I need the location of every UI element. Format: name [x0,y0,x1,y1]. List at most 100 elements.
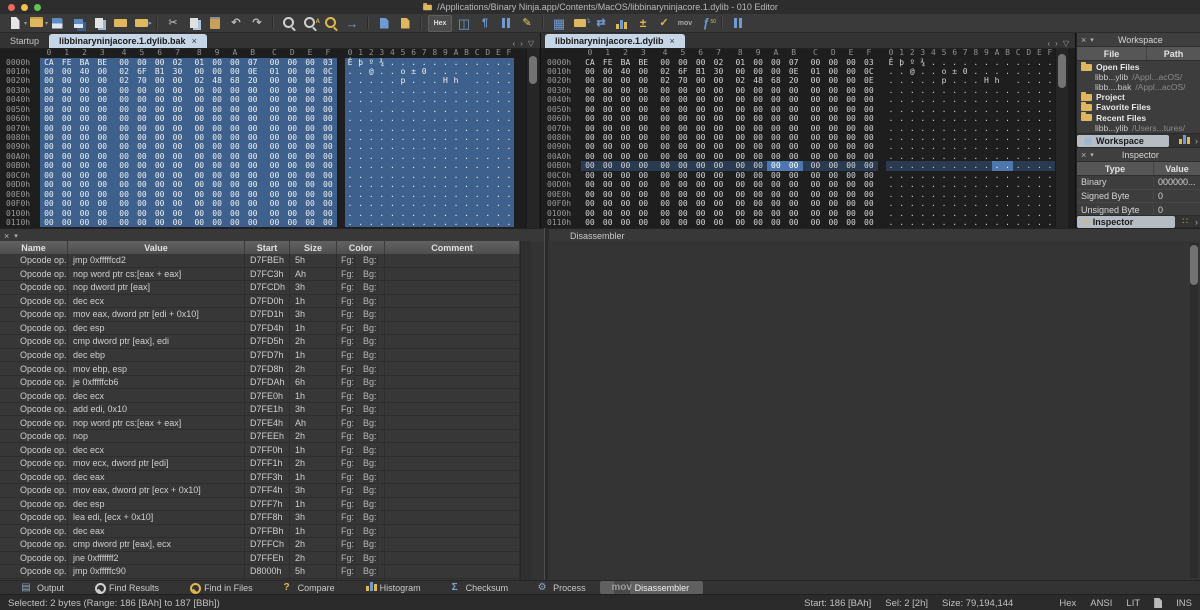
panel-menu-icon[interactable]: ▾ [14,232,18,240]
bg-color-label[interactable]: Bg: [363,444,378,455]
tab-startup[interactable]: Startup [0,34,49,48]
bg-color-label[interactable]: Bg: [363,512,378,523]
find-in-files-icon[interactable] [322,16,340,31]
bottom-tab-disassembler[interactable]: mov Disassembler [599,581,704,594]
scrollbar-thumb[interactable] [1190,245,1198,285]
hex-row[interactable]: 0090h 00 00 00 00 00 00 00 00 00 00 00 00 00 00 00 00...… [0,142,540,152]
hex-row[interactable]: 00F0h 00 00 00 00 00 00 00 00 00 00 00 00 00 00 00 00...… [0,199,540,209]
split-view-icon[interactable] [455,16,473,31]
open-file-icon[interactable] [27,16,48,32]
hex-view-dylib[interactable]: 0 1 2 3 4 5 6 7 8 9 A B C D E F 0 1 2 3 4 5 6 7 8 9 A B C D E F 0000h CA F… [541,48,1075,228]
redo-icon[interactable] [248,16,266,31]
bg-color-label[interactable]: Bg: [363,566,378,577]
hex-row[interactable]: 0100h 00 00 00 00 00 00 00 00 00 00 00 00 00 00 00 00...… [541,209,1075,218]
bg-color-label[interactable]: Bg: [363,471,378,482]
structure-tab[interactable] [1169,134,1195,147]
hex-row[interactable]: 0060h 00 00 00 00 00 00 00 00 00 00 00 00 00 00 00 00...… [541,114,1075,123]
hex-row[interactable]: 00E0h 00 00 00 00 00 00 00 00 00 00 00 00 00 00 00 00...… [541,190,1075,199]
pause-process-icon[interactable] [729,16,747,31]
bg-color-label[interactable]: Bg: [363,431,378,442]
hex-row[interactable]: 0020h 00 00 00 00 02 70 00 00 02 48 68 20 00 00 00 0E...… [541,76,1075,85]
table-row[interactable]: Opcode op... nop word ptr cs:[eax + eax] D… [0,267,520,282]
inspector-value[interactable]: 000000... [1154,177,1196,187]
table-row[interactable]: Opcode op... dec ecx D7FE0h 1h Fg: Bg: [0,389,520,403]
table-row[interactable]: Opcode op... dec ebp D7FD7h 1h Fg: Bg: [0,348,520,363]
hex-row[interactable]: 0070h 00 00 00 00 00 00 00 00 00 00 00 00 00 00 00 00...… [0,123,540,134]
scrollbar-thumb[interactable] [1058,54,1066,88]
table-row[interactable]: Opcode op... nop dword ptr [eax] D7FCDh 3h F… [0,281,520,295]
column-type[interactable]: Type [1077,162,1154,175]
fg-color-label[interactable]: Fg: [341,255,356,266]
hex-row[interactable]: 0010h 00 00 40 00 02 6F B1 30 00 00 00 0E 01 00 00 0C.. @… [541,67,1075,76]
more-tabs-icon[interactable]: › [1195,217,1200,227]
hex-row[interactable]: 0060h 00 00 00 00 00 00 00 00 00 00 00 00 00 00 00 00...… [0,114,540,124]
hex-row[interactable]: 0110h 00 00 00 00 00 00 00 00 00 00 00 00 00 00 00 00...… [0,217,540,228]
table-row[interactable]: Opcode op... cmp dword ptr [eax], ecx D7FF… [0,538,520,552]
table-scrollbar[interactable] [520,241,531,580]
undo-icon[interactable] [227,16,245,31]
bottom-tab-checksum[interactable]: Checksum [435,581,523,594]
table-row[interactable]: Opcode op... mov eax, dword ptr [ecx + 0x… [0,484,520,498]
bg-color-label[interactable]: Bg: [363,404,378,415]
highlighter-icon[interactable] [518,16,536,31]
tab-prev-icon[interactable]: ‹ [1048,39,1051,48]
right-hex-scrollbar[interactable] [1055,48,1068,228]
hex-row[interactable]: 0000h CA FE BA BE 00 00 00 02 01 00 00 07 00 00 00 03 Êþ º… [541,58,1075,67]
hex-row[interactable]: 0000h CA FE BA BE 00 00 00 02 01 00 00 07 00 00 00 03 Êþ º… [0,57,540,67]
tab-next-icon[interactable]: › [520,39,523,48]
table-row[interactable]: Opcode op... add edi, 0x10 D7FE1h 3h Fg: Bg: [0,402,520,417]
column-name[interactable]: Name [0,241,68,254]
column-file[interactable]: File [1077,47,1147,60]
tab-libbinaryninjacore-bak[interactable]: libbinaryninjacore.1.dylib.bak × [49,34,207,48]
workspace-file-item[interactable]: libb...ylib/Users...tures/ [1077,123,1200,133]
bottom-tab-output[interactable]: Output [6,581,78,594]
hex-row[interactable]: 0010h 00 00 40 00 02 6F B1 30 00 00 00 0E 01 00 00 0C.. @… [0,66,540,77]
copy-icon[interactable] [185,16,203,31]
scrollbar-thumb[interactable] [529,56,537,84]
bg-color-label[interactable]: Bg: [363,349,378,360]
hex-row[interactable]: 0030h 00 00 00 00 00 00 00 00 00 00 00 00 00 00 00 00...… [541,86,1075,95]
mov-instruction-icon[interactable]: mov [676,16,694,31]
hex-row[interactable]: 00B0h 00 00 00 00 00 00 00 00 00 00 00 00 00 00 00 00...… [0,161,540,171]
table-row[interactable]: Opcode op... mov eax, dword ptr [edi + 0x… [0,308,520,322]
table-row[interactable]: Opcode op... je 0xfffffcb6 D7FDAh 6h Fg: Bg: [0,375,520,390]
fg-color-label[interactable]: Fg: [341,377,356,388]
function-50-icon[interactable] [697,15,716,31]
bg-color-label[interactable]: Bg: [363,390,378,401]
template-results-icon[interactable] [375,16,393,31]
pause-icon[interactable] [497,16,515,31]
bottom-tab-find-in-files[interactable]: Find in Files [173,581,267,594]
column-start[interactable]: Start [245,241,290,254]
hex-row[interactable]: 0040h 00 00 00 00 00 00 00 00 00 00 00 00 00 00 00 00...… [541,95,1075,104]
status-mode-hex[interactable]: Hex [1059,598,1076,609]
fg-color-label[interactable]: Fg: [341,309,356,320]
hex-row[interactable]: 0050h 00 00 00 00 00 00 00 00 00 00 00 00 00 00 00 00...… [541,105,1075,114]
bg-color-label[interactable]: Bg: [363,458,378,469]
inspector-row[interactable]: Binary 000000... [1077,176,1200,190]
hex-row[interactable]: 00D0h 00 00 00 00 00 00 00 00 00 00 00 00 00 00 00 00...… [0,180,540,190]
column-color[interactable]: Color [337,241,385,254]
fg-color-label[interactable]: Fg: [341,349,356,360]
table-row[interactable]: Opcode op... jne 0xfffffff2 D7FFEh 2h Fg: Bg: [0,551,520,566]
table-row[interactable]: Opcode op... nop D7FEEh 2h Fg: Bg: [0,429,520,444]
import-icon[interactable] [571,14,591,31]
hex-row[interactable]: 0080h 00 00 00 00 00 00 00 00 00 00 00 00 00 00 00 00...… [541,133,1075,142]
hex-row[interactable]: 0050h 00 00 00 00 00 00 00 00 00 00 00 00 00 00 00 00...… [0,104,540,115]
calculator-icon[interactable] [550,16,568,31]
bg-color-label[interactable]: Bg: [363,336,378,347]
fg-color-label[interactable]: Fg: [341,444,356,455]
replace-icon[interactable]: A [301,16,320,31]
bg-color-label[interactable]: Bg: [363,322,378,333]
new-file-icon[interactable] [6,16,27,32]
inspector-value[interactable]: 0 [1154,205,1163,215]
hex-row[interactable]: 0110h 00 00 00 00 00 00 00 00 00 00 00 00 00 00 00 00...… [541,218,1075,227]
table-row[interactable]: Opcode op... dec ecx D7FD0h 1h Fg: Bg: [0,294,520,309]
hex-mode-icon[interactable]: Hex [428,14,452,32]
cut-icon[interactable] [164,16,182,31]
hex-row[interactable]: 00A0h 00 00 00 00 00 00 00 00 00 00 00 00 00 00 00 00...… [0,151,540,162]
check-validate-icon[interactable] [655,16,673,31]
bg-color-label[interactable]: Bg: [363,485,378,496]
close-panel-icon[interactable]: × [4,231,9,241]
copy-document-icon[interactable] [90,16,108,31]
save-icon[interactable] [48,16,66,31]
